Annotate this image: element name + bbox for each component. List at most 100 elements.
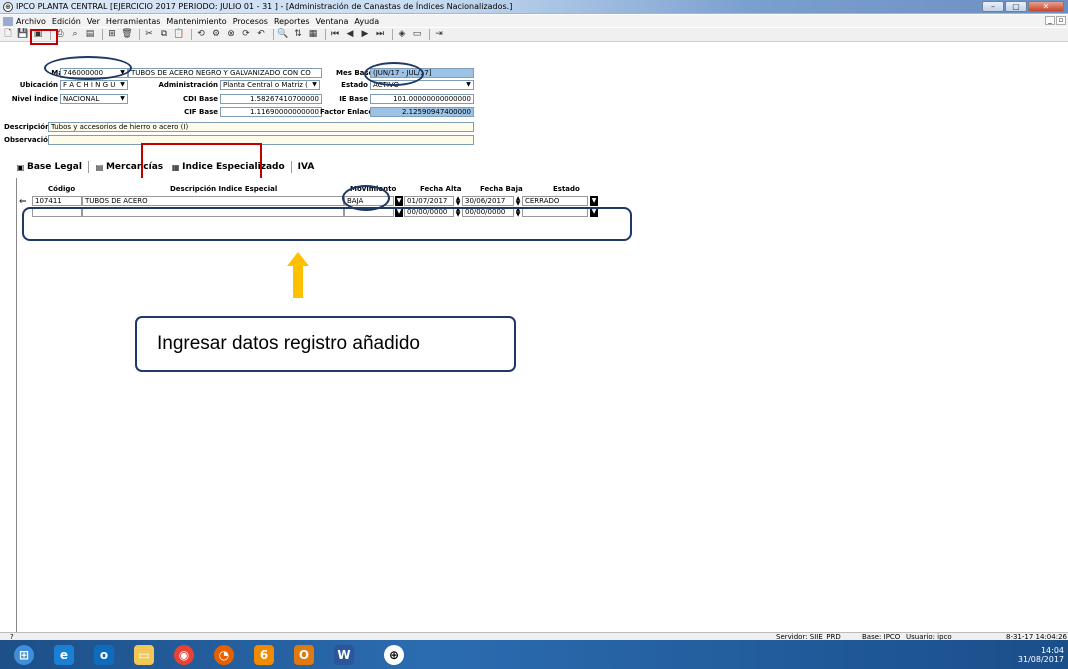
system-tray[interactable]: 14:04 31/08/2017 <box>1018 646 1064 664</box>
cdi-base-value: 1.58267410700000 <box>249 95 319 103</box>
taskbar-outlook-2[interactable]: O <box>286 642 322 667</box>
folder-icon: ▭ <box>134 644 154 665</box>
chevron-down-icon[interactable]: ▼ <box>310 81 319 89</box>
chevron-down-icon[interactable]: ▼ <box>118 95 127 103</box>
retrieve-icon[interactable]: ⟲ <box>195 29 207 40</box>
column-header-estado[interactable]: Estado <box>553 185 580 193</box>
filter-icon[interactable]: ⚙ <box>210 29 222 40</box>
ubicacion-value: F A C H I N G U <box>63 81 116 89</box>
refresh-icon[interactable]: ⟳ <box>240 29 252 40</box>
search-icon[interactable]: 🔍 <box>277 29 289 40</box>
column-header-fecha-alta[interactable]: Fecha Alta <box>420 185 461 193</box>
copy-icon[interactable]: ⧉ <box>158 29 170 40</box>
tab-base-legal[interactable]: ▣ Base Legal <box>14 162 84 172</box>
document-icon <box>3 16 13 26</box>
taskbar-ipco[interactable]: ⊕ <box>376 642 412 667</box>
tab-iva[interactable]: IVA <box>296 162 317 172</box>
menu-archivo[interactable]: Archivo <box>16 17 46 26</box>
last-record-icon[interactable]: ⏭ <box>374 29 386 40</box>
chevron-down-icon[interactable]: ▼ <box>464 81 473 89</box>
chevron-down-icon[interactable]: ▼ <box>590 196 598 206</box>
close-button[interactable]: ✕ <box>1028 1 1064 12</box>
cell-text: 107411 <box>35 197 62 205</box>
taskbar-app-orange[interactable]: 6 <box>246 642 282 667</box>
administracion-select[interactable]: Planta Central o Matriz (▼ <box>220 80 320 90</box>
goods-icon: ▤ <box>95 162 104 172</box>
menu-reportes[interactable]: Reportes <box>274 17 310 26</box>
first-record-icon[interactable]: ⏮ <box>329 29 341 40</box>
chevron-down-icon[interactable]: ▼ <box>118 81 127 89</box>
ubicacion-select[interactable]: F A C H I N G U ▼ <box>60 80 128 90</box>
help-icon[interactable]: ◈ <box>396 29 408 40</box>
undo-icon[interactable]: ↶ <box>255 29 267 40</box>
taskbar: ⊞ e o ▭ ◉ ◔ 6 O W ⊕ 14:04 31/08/2017 <box>0 640 1068 669</box>
tab-base-legal-label: Base Legal <box>27 162 82 172</box>
table-row-cell-descripcion[interactable]: TUBOS DE ACERO <box>82 196 344 206</box>
preview-icon[interactable]: ⌕ <box>69 29 81 40</box>
menu-ver[interactable]: Ver <box>87 17 100 26</box>
ie-base-field[interactable]: 101.00000000000000 <box>370 94 474 104</box>
menu-procesos[interactable]: Procesos <box>233 17 268 26</box>
spinner-icon[interactable]: ▲ ▼ <box>514 196 522 207</box>
menu-ayuda[interactable]: Ayuda <box>354 17 379 26</box>
menu-herramientas[interactable]: Herramientas <box>106 17 161 26</box>
toolbar-separator <box>102 29 103 40</box>
app-icon: 6 <box>254 644 274 665</box>
taskbar-explorer[interactable]: ▭ <box>126 642 162 667</box>
mdi-minimize-button[interactable]: _ <box>1045 16 1055 25</box>
cif-base-field[interactable]: 1.11690000000000 <box>220 107 322 117</box>
window-icon[interactable]: ▭ <box>411 29 423 40</box>
cell-text: 01/07/2017 <box>407 197 448 205</box>
material-description-field: TUBOS DE ACERO NEGRO Y GALVANIZADO CON C… <box>128 68 322 78</box>
exit-icon[interactable]: ⇥ <box>433 29 445 40</box>
tab-highlight-annotation <box>141 143 262 181</box>
column-header-fecha-baja[interactable]: Fecha Baja <box>480 185 523 193</box>
tab-separator <box>87 161 89 173</box>
delete-icon[interactable]: 🗑 <box>121 29 133 40</box>
save-icon[interactable]: 💾 <box>17 29 29 40</box>
new-icon[interactable]: 🗋 <box>2 29 14 40</box>
administracion-label: Administración <box>158 81 218 89</box>
tray-date: 31/08/2017 <box>1017 655 1064 664</box>
taskbar-outlook[interactable]: o <box>86 642 122 667</box>
cancel-icon[interactable]: ⊗ <box>225 29 237 40</box>
descripcion-field[interactable]: Tubos y accesorios de hierro o acero (I) <box>48 122 474 132</box>
table-row-cell-fecha-alta[interactable]: 01/07/2017 <box>404 196 454 206</box>
ubicacion-label: Ubicación <box>19 81 58 89</box>
menu-ventana[interactable]: Ventana <box>316 17 349 26</box>
mdi-restore-button[interactable]: ▫ <box>1056 16 1066 25</box>
legal-icon: ▣ <box>16 162 25 172</box>
taskbar-firefox[interactable]: ◔ <box>206 642 242 667</box>
outlook-icon: o <box>94 644 114 665</box>
minimize-button[interactable]: – <box>982 1 1004 12</box>
table-row-cell-codigo[interactable]: 107411 <box>32 196 82 206</box>
menu-mantenimiento[interactable]: Mantenimiento <box>166 17 226 26</box>
toolbar-separator <box>392 29 393 40</box>
cif-base-label: CIF Base <box>184 108 218 116</box>
maximize-button[interactable]: ▢ <box>1005 1 1027 12</box>
taskbar-word[interactable]: W <box>326 642 362 667</box>
chevron-down-icon[interactable]: ▼ <box>395 196 403 206</box>
paste-icon[interactable]: 📋 <box>173 29 185 40</box>
column-header-codigo[interactable]: Código <box>48 185 75 193</box>
start-button[interactable]: ⊞ <box>6 642 42 667</box>
sort-icon[interactable]: ⇅ <box>292 29 304 40</box>
cdi-base-field[interactable]: 1.58267410700000 <box>220 94 322 104</box>
menu-edicion[interactable]: Edición <box>52 17 81 26</box>
table-row-cell-estado[interactable]: CERRADO <box>522 196 588 206</box>
table-row-cell-fecha-baja[interactable]: 30/06/2017 <box>462 196 514 206</box>
taskbar-ie[interactable]: e <box>46 642 82 667</box>
cut-icon[interactable]: ✂ <box>143 29 155 40</box>
descripcion-label: Descripción <box>4 123 51 131</box>
material-description-value: TUBOS DE ACERO NEGRO Y GALVANIZADO CON C… <box>131 69 311 77</box>
column-header-descripcion[interactable]: Descripción Indice Especial <box>170 185 277 193</box>
next-record-icon[interactable]: ▶ <box>359 29 371 40</box>
nivel-indice-select[interactable]: NACIONAL ▼ <box>60 94 128 104</box>
grid-icon[interactable]: ▦ <box>307 29 319 40</box>
insert-row-icon[interactable]: ⊞ <box>106 29 118 40</box>
setup-icon[interactable]: ▤ <box>84 29 96 40</box>
tab-iva-label: IVA <box>297 162 315 172</box>
prev-record-icon[interactable]: ◀ <box>344 29 356 40</box>
taskbar-chrome[interactable]: ◉ <box>166 642 202 667</box>
spinner-icon[interactable]: ▲ ▼ <box>454 196 462 207</box>
